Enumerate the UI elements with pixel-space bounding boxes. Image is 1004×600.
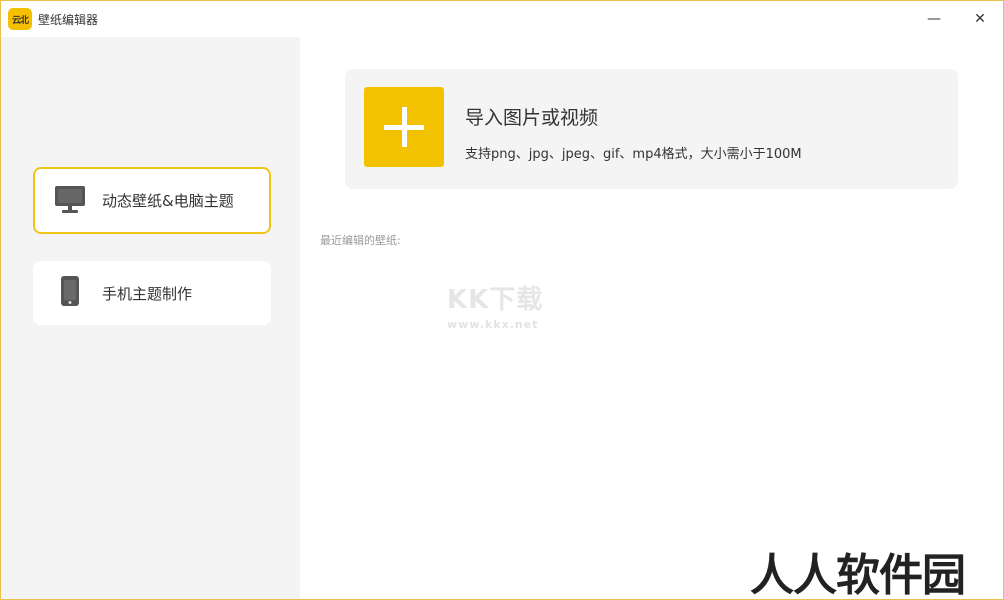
recent-wallpapers-label: 最近编辑的壁纸:: [320, 234, 401, 247]
sidebar-item-desktop-theme[interactable]: 动态壁纸&电脑主题: [33, 167, 271, 234]
close-button[interactable]: ✕: [957, 1, 1003, 37]
import-card[interactable]: 导入图片或视频 支持png、jpg、jpeg、gif、mp4格式，大小需小于10…: [345, 69, 958, 189]
close-icon: ✕: [974, 11, 986, 27]
add-media-button[interactable]: [364, 87, 444, 167]
app-logo-text: 云北: [11, 15, 29, 26]
window-title: 壁纸编辑器: [38, 13, 99, 27]
app-window: 云北 壁纸编辑器 — ✕ 动态壁纸&电脑主题 手机主题制作 导入图片或视频 支持…: [0, 0, 1004, 600]
phone-icon: [53, 275, 87, 311]
watermark-kk: KK下载: [447, 285, 544, 315]
monitor-icon: [53, 184, 87, 218]
watermark-url: www.kkx.net: [447, 318, 539, 331]
import-title: 导入图片或视频: [465, 107, 599, 129]
sidebar-item-label: 手机主题制作: [102, 284, 193, 303]
minimize-button[interactable]: —: [911, 1, 957, 37]
import-subtitle: 支持png、jpg、jpeg、gif、mp4格式，大小需小于100M: [465, 147, 802, 162]
main-panel: 导入图片或视频 支持png、jpg、jpeg、gif、mp4格式，大小需小于10…: [300, 37, 1003, 600]
minimize-icon: —: [927, 11, 941, 27]
watermark-brand: 人人软件园: [750, 550, 966, 600]
sidebar-item-label: 动态壁纸&电脑主题: [102, 192, 234, 210]
sidebar-item-phone-theme[interactable]: 手机主题制作: [33, 261, 271, 325]
sidebar: 动态壁纸&电脑主题 手机主题制作: [1, 37, 300, 599]
title-bar: 云北 壁纸编辑器 — ✕: [1, 1, 1003, 37]
app-logo: 云北: [8, 8, 32, 30]
